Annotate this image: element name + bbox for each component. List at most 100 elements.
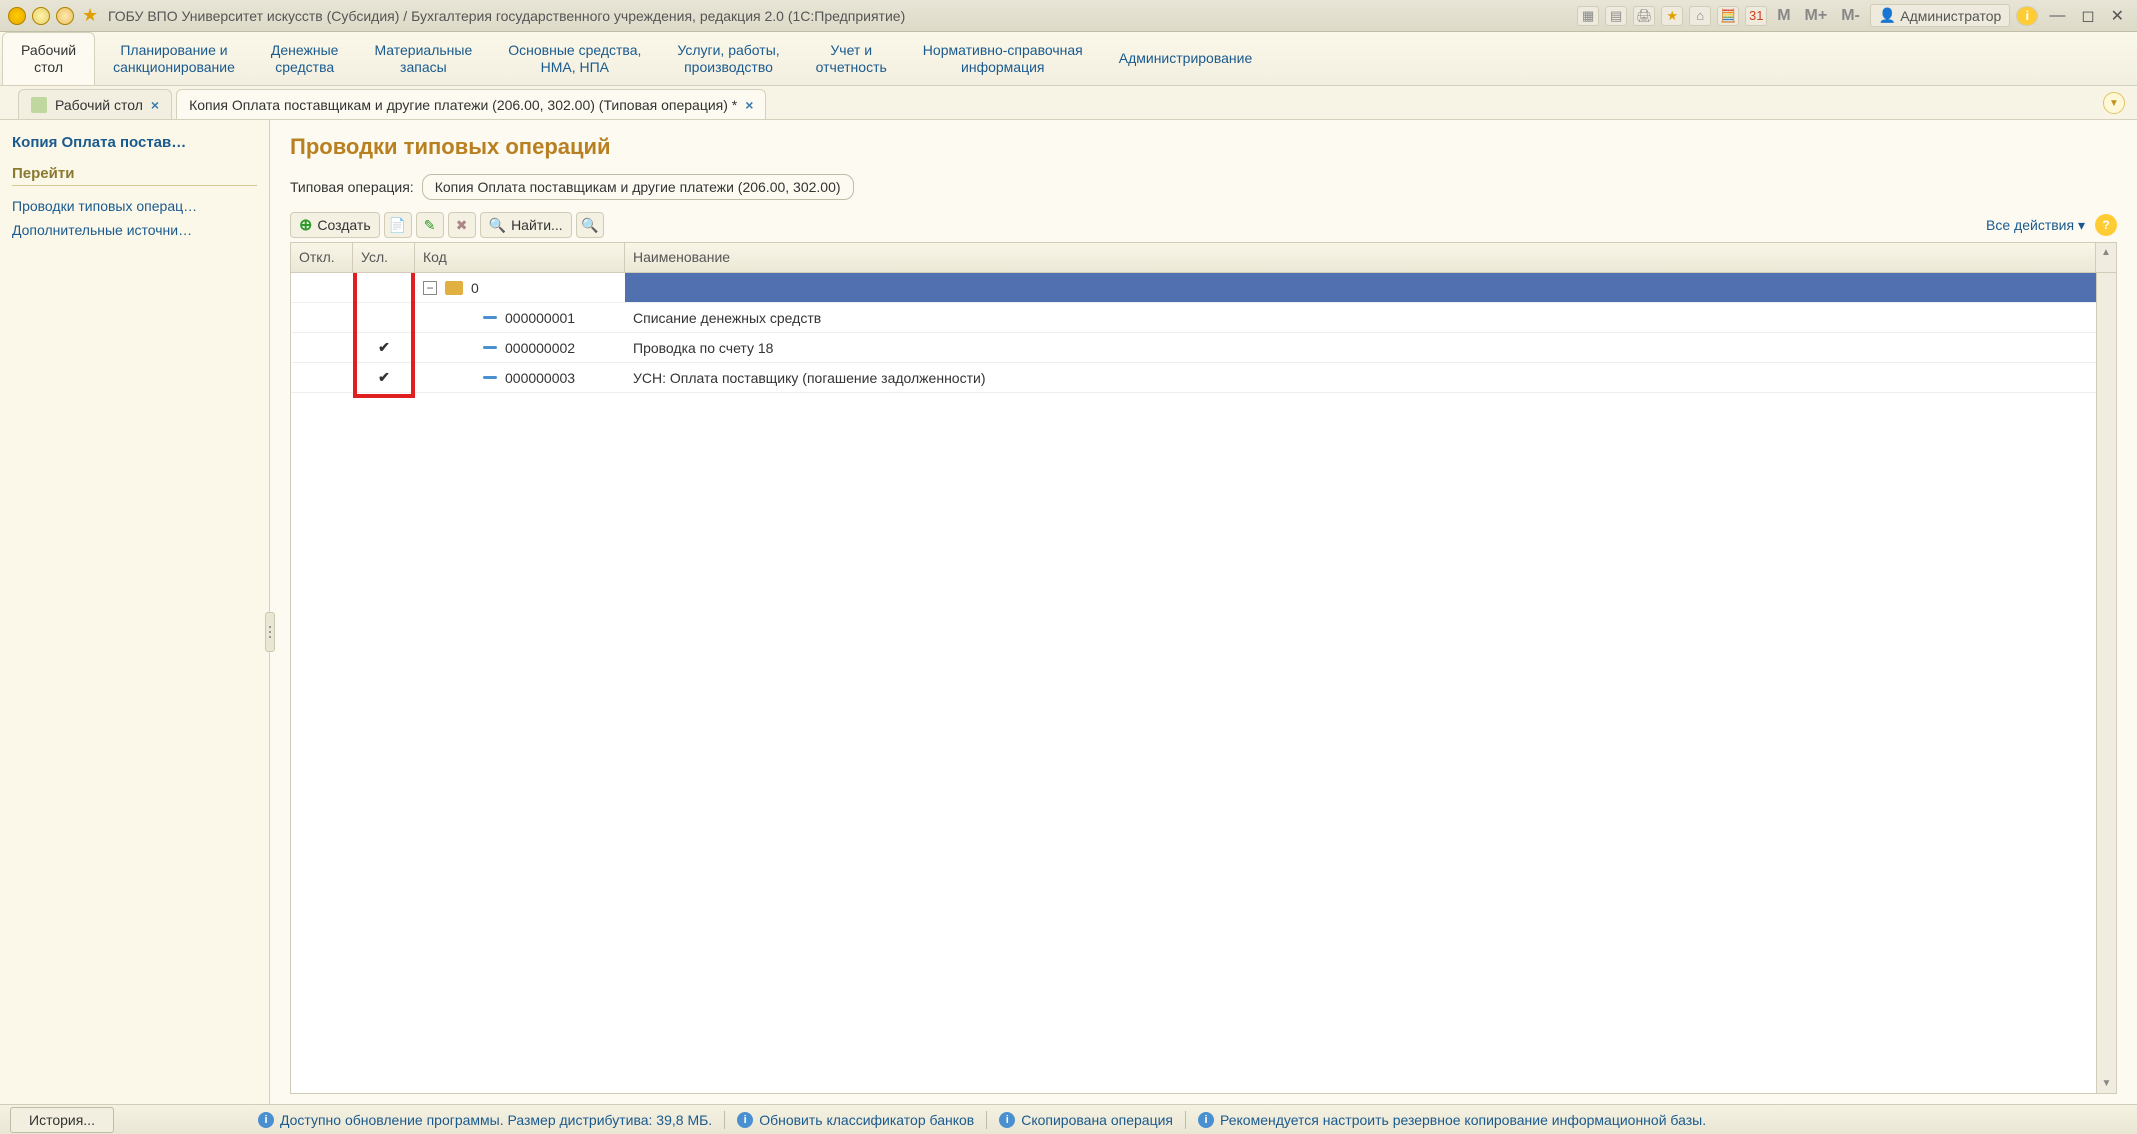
row-usl: ✔: [378, 339, 390, 356]
row-usl: ✔: [378, 369, 390, 386]
grid-body[interactable]: − 0 000000001 Списание денежных средств: [291, 273, 2096, 1093]
table-row[interactable]: 000000001 Списание денежных средств: [291, 303, 2096, 333]
section-desktop[interactable]: Рабочий стол: [2, 32, 95, 85]
table-row[interactable]: ✔ 000000003 УСН: Оплата поставщику (пога…: [291, 363, 2096, 393]
info-icon: i: [258, 1112, 274, 1128]
window-maximize-icon[interactable]: ◻: [2076, 6, 2099, 26]
status-info-banks[interactable]: i Обновить классификатор банков: [737, 1112, 974, 1128]
info-icon[interactable]: i: [2016, 6, 2038, 26]
sys-button-2[interactable]: [56, 7, 74, 25]
col-header-usl[interactable]: Усл.: [353, 243, 415, 272]
status-info-update[interactable]: i Доступно обновление программы. Размер …: [258, 1112, 712, 1128]
status-bar: История... i Доступно обновление програм…: [0, 1104, 2137, 1134]
section-admin[interactable]: Администрирование: [1101, 32, 1271, 85]
row-code: 000000003: [505, 370, 575, 386]
item-icon: [483, 316, 497, 319]
field-value-operation[interactable]: Копия Оплата поставщикам и другие платеж…: [422, 174, 854, 200]
calc-m-minus[interactable]: M-: [1837, 7, 1864, 25]
window-minimize-icon[interactable]: —: [2044, 7, 2070, 25]
section-accounting[interactable]: Учет и отчетность: [798, 32, 905, 85]
toolbar-icon-2[interactable]: ▤: [1605, 6, 1627, 26]
clear-find-button[interactable]: 🔍: [576, 212, 604, 238]
toolbar-star-icon[interactable]: ★: [1661, 6, 1683, 26]
create-button-label: Создать: [317, 217, 370, 233]
vertical-scrollbar[interactable]: ▼: [2096, 273, 2116, 1093]
app-icon: [8, 7, 26, 25]
tabs-dropdown-icon[interactable]: ▼: [2103, 92, 2125, 114]
copy-button[interactable]: 📄: [384, 212, 412, 238]
edit-button[interactable]: ✎: [416, 212, 444, 238]
left-panel: Копия Оплата постав… Перейти Проводки ти…: [0, 120, 270, 1104]
info-icon: i: [737, 1112, 753, 1128]
plus-icon: ⊕: [299, 215, 312, 235]
tab-document-label: Копия Оплата поставщикам и другие платеж…: [189, 97, 737, 113]
tabs-row: Рабочий стол × Копия Оплата поставщикам …: [0, 86, 2137, 120]
desktop-tab-icon: [31, 97, 47, 113]
nav-link-postings[interactable]: Проводки типовых операц…: [12, 194, 257, 218]
folder-icon: [445, 281, 463, 295]
left-nav-heading: Перейти: [12, 165, 257, 186]
toolbar-home-icon[interactable]: ⌂: [1689, 6, 1711, 26]
user-icon: 👤: [1879, 7, 1896, 24]
col-header-name[interactable]: Наименование: [625, 243, 2096, 272]
tab-desktop[interactable]: Рабочий стол ×: [18, 89, 172, 119]
table-row[interactable]: − 0: [291, 273, 2096, 303]
info-icon: i: [999, 1112, 1015, 1128]
status-text: Доступно обновление программы. Размер ди…: [280, 1112, 712, 1128]
calc-m-plus[interactable]: M+: [1801, 7, 1832, 25]
pencil-icon: ✎: [424, 217, 436, 234]
create-button[interactable]: ⊕ Создать: [290, 212, 380, 238]
find-button-label: Найти...: [511, 217, 563, 233]
splitter-handle[interactable]: [265, 612, 275, 652]
tree-collapse-icon[interactable]: −: [423, 281, 437, 295]
tab-document[interactable]: Копия Оплата поставщикам и другие платеж…: [176, 89, 766, 119]
item-icon: [483, 346, 497, 349]
find-button[interactable]: 🔍 Найти...: [480, 212, 572, 238]
col-header-otk[interactable]: Откл.: [291, 243, 353, 272]
col-header-kod[interactable]: Код: [415, 243, 625, 272]
field-label-operation: Типовая операция:: [290, 179, 414, 195]
status-text: Скопирована операция: [1021, 1112, 1173, 1128]
status-text: Рекомендуется настроить резервное копиро…: [1220, 1112, 1706, 1128]
section-materials[interactable]: Материальные запасы: [356, 32, 490, 85]
section-services[interactable]: Услуги, работы, производство: [659, 32, 797, 85]
section-planning[interactable]: Планирование и санкционирование: [95, 32, 253, 85]
scroll-down-icon[interactable]: ▼: [2102, 1078, 2112, 1089]
user-badge[interactable]: 👤 Администратор: [1870, 4, 2010, 27]
favorite-star-icon[interactable]: ★: [82, 6, 102, 26]
toolbar-calc-icon[interactable]: 🧮: [1717, 6, 1739, 26]
titlebar: ★ ГОБУ ВПО Университет искусств (Субсиди…: [0, 0, 2137, 32]
copy-icon: 📄: [389, 217, 406, 234]
status-info-copied[interactable]: i Скопирована операция: [999, 1112, 1173, 1128]
section-fixed-assets[interactable]: Основные средства, НМА, НПА: [490, 32, 659, 85]
scroll-up-icon[interactable]: ▲: [2101, 247, 2111, 258]
grid-header: Откл. Усл. Код Наименование ▲: [291, 243, 2116, 273]
window-close-icon[interactable]: ✕: [2106, 6, 2129, 26]
toolbar-icon-3[interactable]: 🖨: [1633, 6, 1655, 26]
section-cash[interactable]: Денежные средства: [253, 32, 357, 85]
delete-icon: ✖: [456, 217, 468, 234]
calc-m[interactable]: M: [1773, 7, 1794, 25]
nav-link-sources[interactable]: Дополнительные источни…: [12, 218, 257, 242]
tab-document-close-icon[interactable]: ×: [745, 97, 753, 113]
toolbar-calendar-icon[interactable]: 31: [1745, 6, 1767, 26]
info-icon: i: [1198, 1112, 1214, 1128]
delete-button[interactable]: ✖: [448, 212, 476, 238]
tab-desktop-close-icon[interactable]: ×: [151, 97, 159, 113]
all-actions-menu[interactable]: Все действия ▾: [1980, 217, 2091, 234]
table-row[interactable]: ✔ 000000002 Проводка по счету 18: [291, 333, 2096, 363]
toolbar: ⊕ Создать 📄 ✎ ✖ 🔍 Найти... 🔍 Все действи…: [290, 212, 2117, 238]
item-icon: [483, 376, 497, 379]
tab-desktop-label: Рабочий стол: [55, 97, 143, 113]
magnifier-clear-icon: 🔍: [581, 217, 598, 234]
section-reference[interactable]: Нормативно-справочная информация: [905, 32, 1101, 85]
history-button[interactable]: История...: [10, 1107, 114, 1133]
help-icon[interactable]: ?: [2095, 214, 2117, 236]
row-code: 000000001: [505, 310, 575, 326]
sys-button-1[interactable]: [32, 7, 50, 25]
toolbar-icon-1[interactable]: ▦: [1577, 6, 1599, 26]
status-text: Обновить классификатор банков: [759, 1112, 974, 1128]
row-name: Списание денежных средств: [633, 310, 821, 326]
status-info-backup[interactable]: i Рекомендуется настроить резервное копи…: [1198, 1112, 1706, 1128]
user-name: Администратор: [1900, 8, 2001, 24]
